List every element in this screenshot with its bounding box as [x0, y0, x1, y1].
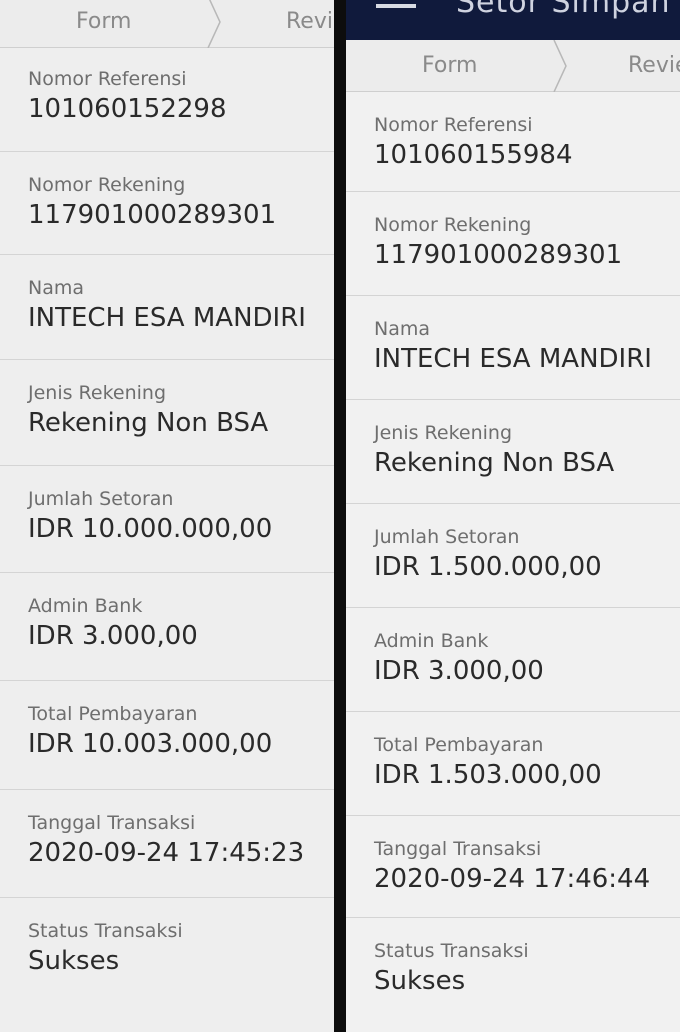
field-value: INTECH ESA MANDIRI	[28, 303, 306, 333]
field-label: Nomor Rekening	[28, 174, 186, 196]
field-label: Status Transaksi	[28, 920, 183, 942]
field-value: 2020-09-24 17:46:44	[374, 864, 651, 894]
field-nomor-referensi: Nomor Referensi 101060152298	[0, 48, 334, 152]
field-status-transaksi: Status Transaksi Sukses	[346, 918, 680, 1032]
field-label: Nomor Rekening	[374, 214, 532, 236]
field-value: 101060152298	[28, 94, 227, 124]
field-label: Tanggal Transaksi	[374, 838, 542, 860]
field-value: IDR 1.500.000,00	[374, 552, 602, 582]
right-screen: Setor Simpan Form Revie Nomor Referensi …	[346, 0, 680, 1032]
field-label: Nama	[28, 277, 85, 299]
field-value: Rekening Non BSA	[28, 408, 269, 438]
field-label: Jumlah Setoran	[374, 526, 520, 548]
field-nomor-rekening: Nomor Rekening 117901000289301	[0, 152, 334, 255]
field-value: IDR 3.000,00	[374, 656, 544, 686]
chevron-right-icon	[553, 40, 567, 92]
field-label: Jenis Rekening	[28, 382, 167, 404]
field-label: Jenis Rekening	[374, 422, 513, 444]
field-label: Nama	[374, 318, 431, 340]
field-label: Status Transaksi	[374, 940, 529, 962]
field-value: 117901000289301	[28, 200, 277, 230]
field-jenis-rekening: Jenis Rekening Rekening Non BSA	[346, 400, 680, 504]
step-review[interactable]: Revie	[628, 40, 680, 91]
field-nama: Nama INTECH ESA MANDIRI	[0, 255, 334, 360]
field-label: Nomor Referensi	[374, 114, 533, 136]
left-screen: Form Revi Nomor Referensi 101060152298 N…	[0, 0, 334, 1032]
field-admin-bank: Admin Bank IDR 3.000,00	[346, 608, 680, 712]
field-label: Admin Bank	[28, 595, 143, 617]
field-value: IDR 1.503.000,00	[374, 760, 602, 790]
field-total-pembayaran: Total Pembayaran IDR 1.503.000,00	[346, 712, 680, 816]
field-value: 2020-09-24 17:45:23	[28, 838, 305, 868]
app-title: Setor Simpan	[456, 0, 671, 20]
field-jumlah-setoran: Jumlah Setoran IDR 1.500.000,00	[346, 504, 680, 608]
photo-stage: Form Revi Nomor Referensi 101060152298 N…	[0, 0, 680, 1032]
field-status-transaksi: Status Transaksi Sukses	[0, 898, 334, 1032]
step-form[interactable]: Form	[76, 0, 131, 47]
step-indicator: Form Revi	[0, 0, 334, 48]
field-value: 117901000289301	[374, 240, 623, 270]
step-indicator: Form Revie	[346, 40, 680, 92]
field-admin-bank: Admin Bank IDR 3.000,00	[0, 573, 334, 681]
field-label: Total Pembayaran	[28, 703, 198, 725]
field-total-pembayaran: Total Pembayaran IDR 10.003.000,00	[0, 681, 334, 790]
field-value: Rekening Non BSA	[374, 448, 615, 478]
field-label: Tanggal Transaksi	[28, 812, 196, 834]
field-label: Nomor Referensi	[28, 68, 187, 90]
step-review[interactable]: Revi	[286, 0, 333, 47]
field-value: IDR 10.000.000,00	[28, 514, 273, 544]
field-jenis-rekening: Jenis Rekening Rekening Non BSA	[0, 360, 334, 466]
field-value: IDR 10.003.000,00	[28, 729, 273, 759]
app-bar: Setor Simpan	[346, 0, 680, 40]
field-nama: Nama INTECH ESA MANDIRI	[346, 296, 680, 400]
field-tanggal-transaksi: Tanggal Transaksi 2020-09-24 17:46:44	[346, 816, 680, 918]
hamburger-menu-icon[interactable]	[376, 4, 416, 8]
field-value: Sukses	[28, 946, 120, 976]
field-nomor-rekening: Nomor Rekening 117901000289301	[346, 192, 680, 296]
step-form[interactable]: Form	[422, 40, 477, 91]
field-jumlah-setoran: Jumlah Setoran IDR 10.000.000,00	[0, 466, 334, 573]
field-tanggal-transaksi: Tanggal Transaksi 2020-09-24 17:45:23	[0, 790, 334, 898]
field-label: Jumlah Setoran	[28, 488, 174, 510]
field-nomor-referensi: Nomor Referensi 101060155984	[346, 92, 680, 192]
field-value: IDR 3.000,00	[28, 621, 198, 651]
field-value: 101060155984	[374, 140, 573, 170]
field-value: INTECH ESA MANDIRI	[374, 344, 652, 374]
field-label: Admin Bank	[374, 630, 489, 652]
field-value: Sukses	[374, 966, 466, 996]
field-label: Total Pembayaran	[374, 734, 544, 756]
chevron-right-icon	[207, 0, 221, 48]
